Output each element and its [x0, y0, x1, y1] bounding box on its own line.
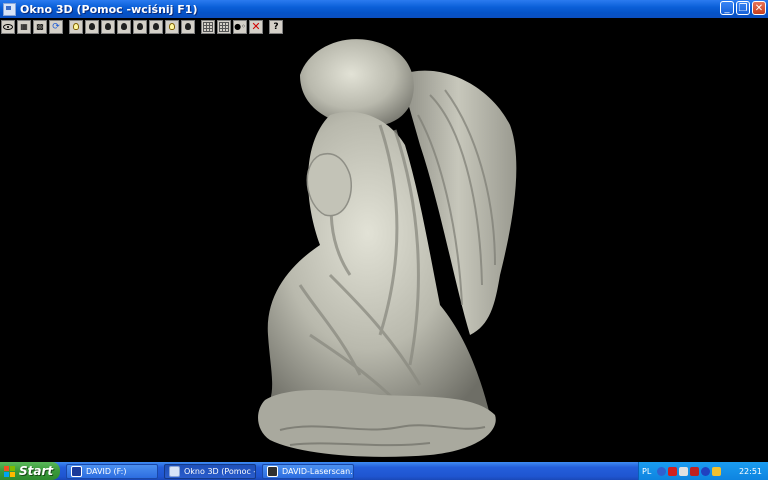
volume-icon[interactable] [712, 466, 722, 476]
light-5-icon[interactable] [133, 19, 147, 34]
clock[interactable]: 22:51 [739, 467, 762, 476]
close-icon[interactable]: ✕ [752, 1, 766, 15]
folder-icon [71, 465, 82, 477]
3d-angel-statue-model [258, 39, 517, 457]
grid-2-icon[interactable] [217, 19, 231, 34]
taskbar-item-3d-window[interactable]: Okno 3D (Pomoc -... [164, 463, 256, 479]
light-6-icon[interactable] [149, 19, 163, 34]
task-label: DAVID-Laserscan... [282, 466, 354, 476]
light-8-icon[interactable] [181, 19, 195, 34]
grid-1-icon[interactable] [201, 19, 215, 34]
window-title-bar[interactable]: Okno 3D (Pomoc -wciśnij F1) _ ❐ ✕ [0, 0, 768, 18]
light-1-icon[interactable] [69, 19, 83, 34]
taskbar-item-david-drive[interactable]: DAVID (F:) [66, 463, 158, 479]
window-controls: _ ❐ ✕ [720, 1, 766, 15]
light-7-icon[interactable] [165, 19, 179, 34]
minimize-icon[interactable]: _ [720, 1, 734, 15]
toolbar: ▦ ▩ ⟳ ●◦ ✕ ? [0, 18, 768, 35]
app-window-icon[interactable] [3, 2, 16, 16]
3d-viewport[interactable] [0, 35, 768, 462]
bluetooth-icon[interactable] [701, 466, 711, 476]
antivirus-icon[interactable] [690, 466, 700, 476]
light-3-icon[interactable] [101, 19, 115, 34]
taskbar-item-david-laserscanner[interactable]: DAVID-Laserscan... [262, 463, 354, 479]
help-label: ? [273, 21, 279, 32]
texture-mode-icon[interactable]: ▩ [33, 19, 47, 34]
task-label: DAVID (F:) [86, 466, 127, 476]
view-eye-icon[interactable] [1, 19, 15, 34]
system-tray: PL 22:51 [638, 462, 768, 480]
rotate-mode-icon[interactable]: ⟳ [49, 19, 63, 34]
windows-logo-icon [4, 465, 15, 477]
display-icon[interactable] [679, 466, 689, 476]
ati-icon[interactable] [668, 466, 678, 476]
taskbar: Start DAVID (F:) Okno 3D (Pomoc -... DAV… [0, 462, 768, 480]
network-icon[interactable] [657, 466, 667, 476]
window-app-icon [169, 465, 180, 477]
help-icon[interactable]: ? [269, 19, 283, 34]
language-indicator[interactable]: PL [642, 467, 651, 476]
start-button[interactable]: Start [0, 462, 60, 480]
restore-icon[interactable]: ❐ [736, 1, 750, 15]
points-icon[interactable]: ●◦ [233, 19, 247, 34]
light-2-icon[interactable] [85, 19, 99, 34]
task-label: Okno 3D (Pomoc -... [184, 466, 256, 476]
delete-icon[interactable]: ✕ [249, 19, 263, 34]
window-title: Okno 3D (Pomoc -wciśnij F1) [20, 2, 198, 16]
laserscanner-app-icon [267, 465, 278, 477]
light-4-icon[interactable] [117, 19, 131, 34]
start-label: Start [19, 464, 54, 478]
render-mode-icon[interactable]: ▦ [17, 19, 31, 34]
